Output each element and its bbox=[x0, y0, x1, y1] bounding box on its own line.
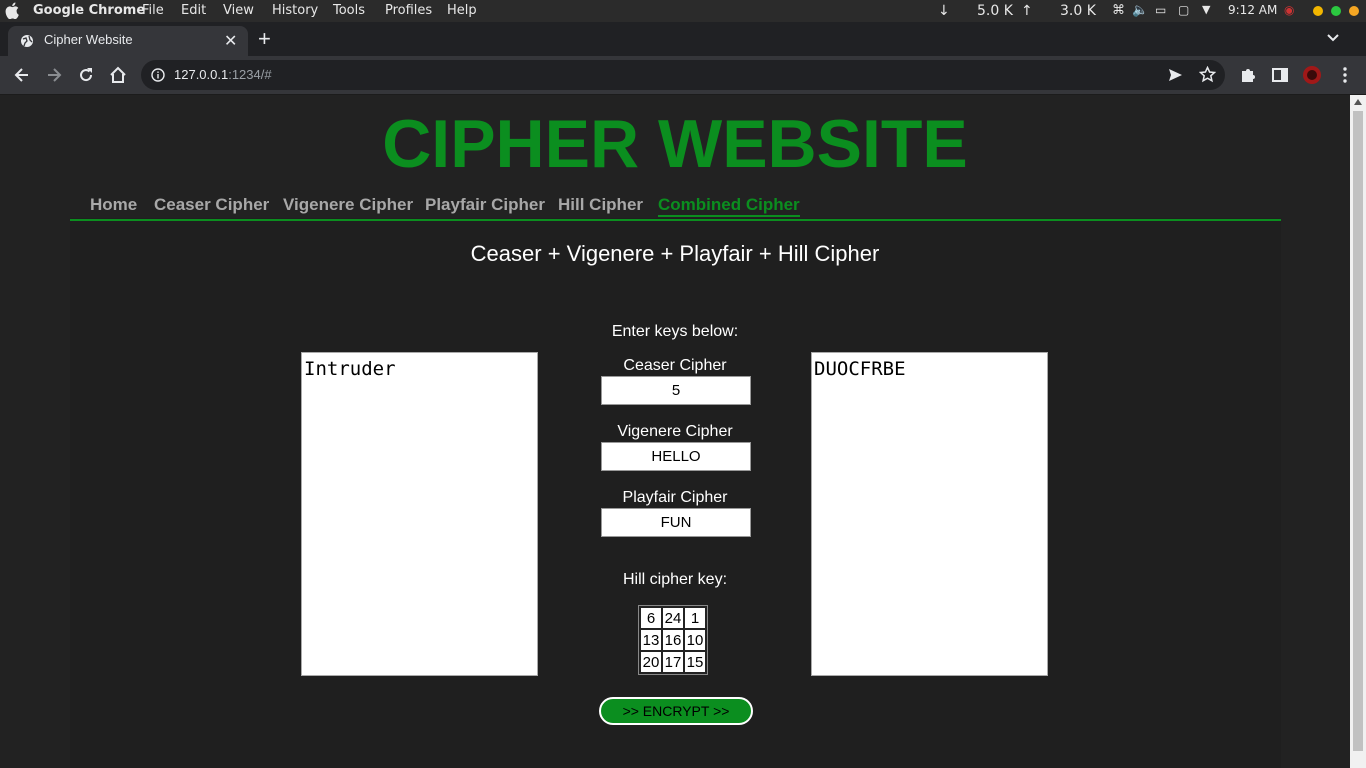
apple-logo-icon[interactable] bbox=[5, 2, 19, 19]
menu-help[interactable]: Help bbox=[447, 3, 477, 18]
scrollbar-thumb[interactable] bbox=[1353, 111, 1363, 751]
hill-cell[interactable]: 1 bbox=[685, 608, 705, 628]
plaintext-input[interactable]: Intruder bbox=[301, 352, 538, 676]
ceaser-key-label: Ceaser Cipher bbox=[623, 357, 727, 374]
browser-toolbar: 127.0.0.1:1234/# bbox=[0, 56, 1366, 95]
new-tab-plus-icon[interactable]: + bbox=[258, 26, 271, 52]
macos-menu-bar: Google Chrome File Edit View History Too… bbox=[0, 0, 1366, 22]
nav-vigenere-cipher[interactable]: Vigenere Cipher bbox=[283, 195, 413, 215]
web-page: CIPHER WEBSITE Home Ceaser Cipher Vigene… bbox=[0, 95, 1350, 768]
download-speed: 5.0 K bbox=[977, 3, 1013, 19]
hill-key-matrix: 6 24 1 13 16 10 20 17 15 bbox=[638, 605, 708, 675]
hill-cell[interactable]: 15 bbox=[685, 652, 705, 672]
download-arrow-icon: ↓ bbox=[938, 3, 950, 19]
hill-cell[interactable]: 13 bbox=[641, 630, 661, 650]
profile-avatar-icon[interactable] bbox=[1302, 65, 1322, 85]
tab-strip: Cipher Website ✕ + bbox=[0, 22, 1366, 56]
status-dot-icon[interactable] bbox=[1349, 6, 1359, 16]
back-arrow-icon[interactable] bbox=[12, 65, 32, 85]
menu-file[interactable]: File bbox=[142, 3, 164, 18]
url-path: :1234/# bbox=[228, 67, 272, 82]
site-nav: Home Ceaser Cipher Vigenere Cipher Playf… bbox=[70, 195, 1281, 221]
address-bar[interactable]: 127.0.0.1:1234/# bbox=[141, 60, 1225, 90]
maximize-dot-icon[interactable] bbox=[1331, 6, 1341, 16]
bookmark-star-icon[interactable] bbox=[1199, 66, 1216, 83]
chevron-down-icon[interactable] bbox=[1325, 30, 1341, 46]
playfair-key-label: Playfair Cipher bbox=[622, 489, 728, 506]
battery-icon[interactable]: ▭ bbox=[1155, 3, 1166, 17]
nav-ceaser-cipher[interactable]: Ceaser Cipher bbox=[154, 195, 269, 215]
hill-key-label: Hill cipher key: bbox=[622, 571, 728, 588]
scroll-up-arrow-icon[interactable] bbox=[1354, 99, 1362, 105]
send-tab-icon[interactable] bbox=[1167, 67, 1183, 83]
ceaser-key-input[interactable] bbox=[601, 376, 751, 405]
menu-profiles[interactable]: Profiles bbox=[385, 3, 432, 18]
globe-icon bbox=[21, 35, 33, 47]
upload-arrow-icon: ↑ bbox=[1021, 3, 1033, 19]
hill-cell[interactable]: 16 bbox=[663, 630, 683, 650]
vigenere-key-label: Vigenere Cipher bbox=[617, 423, 733, 440]
nav-hill-cipher[interactable]: Hill Cipher bbox=[558, 195, 643, 215]
tab-title: Cipher Website bbox=[44, 32, 133, 47]
hill-cell[interactable]: 20 bbox=[641, 652, 661, 672]
playfair-key-input[interactable] bbox=[601, 508, 751, 537]
menu-view[interactable]: View bbox=[223, 3, 254, 18]
clock-time[interactable]: 9:12 AM bbox=[1228, 3, 1277, 17]
menu-history[interactable]: History bbox=[272, 3, 318, 18]
ciphertext-output[interactable]: DUOCFRBE bbox=[811, 352, 1048, 676]
side-panel-icon[interactable] bbox=[1270, 65, 1290, 85]
wifi-icon[interactable]: ▼ bbox=[1202, 3, 1210, 16]
keys-label: Enter keys below: bbox=[611, 323, 739, 340]
home-icon[interactable] bbox=[108, 65, 128, 85]
keyboard-icon[interactable]: ⌘ bbox=[1112, 3, 1125, 18]
forward-arrow-icon[interactable] bbox=[44, 65, 64, 85]
page-subtitle: Ceaser + Vigenere + Playfair + Hill Ciph… bbox=[470, 241, 880, 266]
nav-home[interactable]: Home bbox=[90, 195, 137, 215]
hill-cell[interactable]: 24 bbox=[663, 608, 683, 628]
volume-icon[interactable]: 🔈 bbox=[1132, 3, 1148, 18]
app-name[interactable]: Google Chrome bbox=[33, 3, 145, 18]
upload-speed: 3.0 K bbox=[1060, 3, 1096, 19]
info-icon[interactable] bbox=[151, 68, 165, 82]
page-scrollbar[interactable] bbox=[1350, 95, 1366, 768]
url-host: 127.0.0.1 bbox=[174, 67, 229, 82]
url-text[interactable]: 127.0.0.1:1234/# bbox=[174, 67, 272, 82]
vigenere-key-input[interactable] bbox=[601, 442, 751, 471]
menu-edit[interactable]: Edit bbox=[181, 3, 206, 18]
browser-tab[interactable]: Cipher Website ✕ bbox=[8, 26, 248, 56]
encrypt-button[interactable]: >> ENCRYPT >> bbox=[599, 697, 753, 725]
site-title: CIPHER WEBSITE bbox=[382, 106, 968, 182]
display-icon[interactable]: ▢ bbox=[1178, 3, 1189, 17]
hill-cell[interactable]: 10 bbox=[685, 630, 705, 650]
extensions-puzzle-icon[interactable] bbox=[1238, 65, 1258, 85]
minimize-dot-icon[interactable] bbox=[1313, 6, 1323, 16]
hill-cell[interactable]: 6 bbox=[641, 608, 661, 628]
kebab-menu-icon[interactable] bbox=[1335, 65, 1355, 85]
nav-playfair-cipher[interactable]: Playfair Cipher bbox=[425, 195, 545, 215]
reload-icon[interactable] bbox=[76, 65, 96, 85]
hill-cell[interactable]: 17 bbox=[663, 652, 683, 672]
avatar-icon[interactable]: ◉ bbox=[1284, 3, 1294, 17]
nav-combined-cipher[interactable]: Combined Cipher bbox=[658, 195, 800, 217]
menu-tools[interactable]: Tools bbox=[333, 3, 365, 18]
close-icon[interactable]: ✕ bbox=[224, 31, 237, 51]
